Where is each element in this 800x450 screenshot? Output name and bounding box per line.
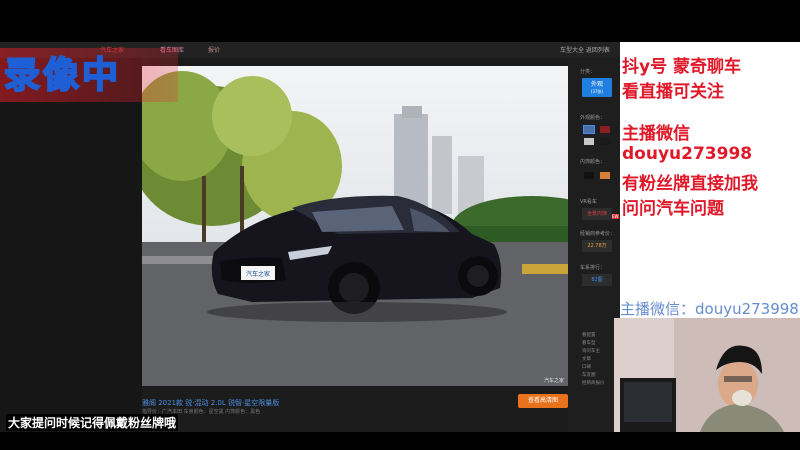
info-line-douyin-id: 抖y号 蒙奇聊车 (622, 57, 741, 77)
exterior-tab-button[interactable]: 外观 (37张) (582, 78, 612, 97)
car-photo-art: 汽车之家 (142, 71, 568, 386)
photo-watermark: 汽车之家 (543, 378, 564, 384)
webcam-feed (614, 318, 800, 432)
info-line-fan-badge: 有粉丝牌直接加我 (622, 174, 758, 194)
sidebar-link[interactable]: 经销商报价 (582, 380, 605, 388)
interior-color-label: 内饰颜色： (580, 159, 606, 165)
info-line-wechat-id: douyu273998 (622, 144, 753, 164)
car-title[interactable]: 雅阁 2021款 锐·混动 2.0L 锐智·星空限量版 (142, 398, 279, 408)
category-label: 分类： (580, 69, 596, 75)
sidebar-link[interactable]: 车友圈 (582, 372, 605, 380)
sidebar-link[interactable]: 口碑 (582, 364, 605, 372)
info-line-follow: 看直播可关注 (622, 82, 724, 102)
interior-color-swatch[interactable] (600, 172, 610, 179)
plate-text: 汽车之家 (246, 270, 270, 278)
recording-badge: 录像中 (3, 54, 122, 97)
exterior-color-swatch[interactable] (600, 126, 610, 133)
exterior-color-swatch[interactable] (583, 125, 595, 134)
right-sidebar: 分类： 外观 (37张) 外观颜色： 内饰颜色： VR看车 NEW 全景内饰 经… (568, 58, 620, 432)
exterior-tab-count: (37张) (590, 89, 604, 94)
sidebar-link[interactable]: 看车型 (582, 340, 605, 348)
info-line-wechat-label: 主播微信 (622, 124, 690, 144)
price-label: 经销商参考价： (580, 231, 616, 237)
topbar-link-back[interactable]: 车型大全 返回列表 (560, 45, 610, 54)
sidebar-link[interactable]: 文章 (582, 356, 605, 364)
vr-interior-link[interactable]: 全景内饰 (582, 208, 612, 220)
photo-caption: 雅阁 2021款 锐·混动 2.0L 锐智·星空限量版 指导价：广汽本田 车身颜… (142, 386, 568, 432)
ghost-overlay-text: 主播微信：douyu273998 (620, 300, 799, 318)
car-photo[interactable]: 汽车之家 汽车之家 (142, 66, 568, 386)
letterbox-bottom (0, 432, 800, 450)
vr-label: VR看车 (580, 199, 597, 205)
series-value[interactable]: 82图 (582, 274, 612, 286)
sidebar-link[interactable]: 看配置 (582, 332, 605, 340)
exterior-color-label: 外观颜色： (580, 115, 606, 121)
webcam-art (614, 318, 800, 432)
sidebar-link[interactable]: 询问车主 (582, 348, 605, 356)
letterbox-top (0, 0, 800, 42)
exterior-color-swatch[interactable] (584, 138, 594, 145)
topbar-link-price[interactable]: 报价 (208, 45, 220, 54)
exterior-tab-label: 外观 (590, 81, 603, 88)
streamer-info-panel: 抖y号 蒙奇聊车 看直播可关注 主播微信 douyu273998 有粉丝牌直接加… (620, 42, 800, 318)
info-line-questions: 问问汽车问题 (622, 199, 724, 219)
left-panel (0, 58, 142, 432)
view-hd-button[interactable]: 查看高清图 (518, 394, 568, 408)
exterior-color-swatch[interactable] (600, 138, 610, 145)
interior-color-swatch[interactable] (584, 172, 594, 179)
price-value[interactable]: 22.78万 (582, 240, 612, 252)
sidebar-link-list: 看配置 看车型 询问车主 文章 口碑 车友圈 经销商报价 (582, 332, 605, 388)
series-label: 车系排行： (580, 265, 606, 271)
live-subtitle: 大家提问时候记得佩戴粉丝牌哦 (6, 414, 179, 431)
